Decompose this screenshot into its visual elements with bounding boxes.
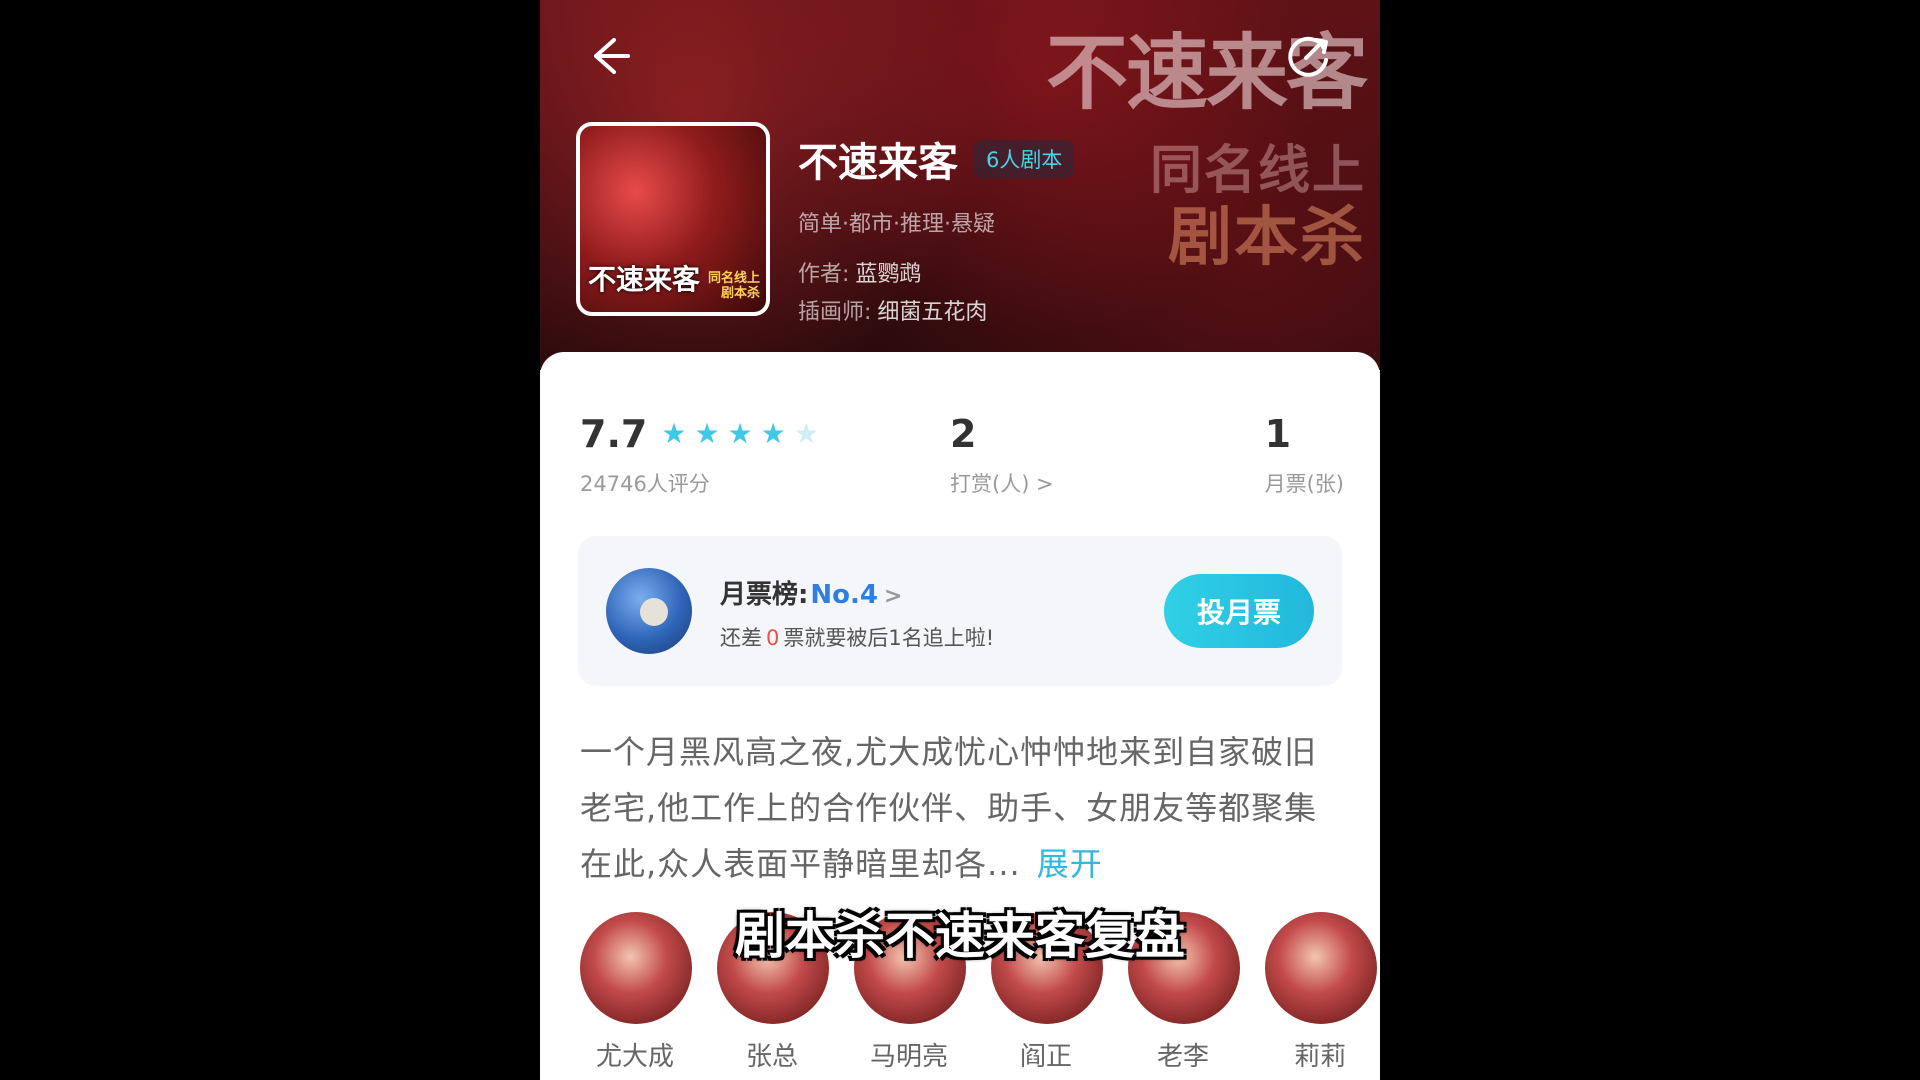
rank-position: No.4 [810,580,878,610]
monthly-ticket-rank-box: 月票榜:No.4 > 还差 0 票就要被后1名追上啦! 投月票 [578,536,1342,686]
author-label: 作者: [798,262,850,287]
rating-stat[interactable]: 7.7 ★ ★ ★ ★ ★ 24746人评分 [580,412,827,498]
character-name: 马明亮 [869,1042,948,1072]
parrot-avatar [606,568,692,654]
star-filled-icon: ★ [760,417,786,450]
rank-label: 月票榜: [720,580,809,610]
character-name: 莉莉 [1293,1042,1346,1072]
genre-tags: 简单·都市·推理·悬疑 [798,212,995,237]
stats-row: 7.7 ★ ★ ★ ★ ★ 24746人评分 2 打赏(人) > 1 月票(张) [580,412,1344,512]
script-info: 不速来客 6人剧本 简单·都市·推理·悬疑 作者: 蓝鹦鹉 插画师: 细菌五花肉 [798,130,1075,332]
rating-count: 24746人评分 [580,472,710,496]
synopsis-text: 一个月黑风高之夜,尤大成忧心忡忡地来到自家破旧老宅,他工作上的合作伙伴、助手、女… [580,733,1318,883]
star-empty-icon: ★ [793,417,819,450]
illustrator-line[interactable]: 插画师: 细菌五花肉 [798,294,1074,332]
cover-tag: 同名线上 剧本杀 [708,271,760,302]
poster-subtitle-2: 剧本杀 [1168,200,1366,275]
synopsis: 一个月黑风高之夜,尤大成忧心忡忡地来到自家破旧老宅,他工作上的合作伙伴、助手、女… [580,724,1340,892]
expand-link[interactable]: 展开 [1037,845,1103,883]
tips-stat[interactable]: 2 打赏(人) > [950,412,1054,498]
character-name: 张总 [745,1042,798,1072]
script-title: 不速来客 [798,140,958,186]
title-row: 不速来客 6人剧本 [798,130,1075,188]
cover-tag-line2: 剧本杀 [720,286,760,302]
rank-sub-suffix: 票就要被后1名追上啦! [783,626,995,650]
star-filled-icon: ★ [661,417,687,450]
rank-sub-prefix: 还差 [720,626,762,650]
rank-subtext: 还差 0 票就要被后1名追上啦! [720,622,994,652]
cover-title: 不速来客 [588,263,701,296]
star-filled-icon: ★ [694,417,720,450]
rating-stars: ★ ★ ★ ★ ★ [661,420,827,448]
rating-score: 7.7 [580,412,648,456]
score-row: 7.7 ★ ★ ★ ★ ★ [580,412,827,456]
votes-label: 月票(张) [1264,472,1344,496]
cover-image[interactable]: 不速来客 同名线上 剧本杀 [576,122,770,316]
rank-gap-count: 0 [766,626,780,650]
credits: 作者: 蓝鹦鹉 插画师: 细菌五花肉 [798,256,1074,332]
header-banner: 不速来客 同名线上 剧本杀 不速来客 同名线上 剧本杀 不速来客 6人剧本 简单… [540,0,1380,370]
illustrator-name: 细菌五花肉 [877,300,988,325]
author-name: 蓝鹦鹉 [855,262,922,287]
content-card: 7.7 ★ ★ ★ ★ ★ 24746人评分 2 打赏(人) > 1 月票(张) 月票榜… [540,352,1380,1080]
back-button[interactable] [580,26,640,86]
chevron-right-icon: > [884,584,903,609]
votes-stat: 1 月票(张) [1265,412,1344,498]
author-line[interactable]: 作者: 蓝鹦鹉 [798,256,1074,294]
votes-count: 1 [1264,412,1292,456]
character-name: 阎正 [1019,1042,1072,1072]
player-count-badge: 6人剧本 [974,140,1075,178]
tips-count: 2 [950,412,977,456]
rank-title[interactable]: 月票榜:No.4 > [720,574,902,611]
poster-subtitle: 同名线上 [1149,141,1366,201]
video-subtitle: 剧本杀不速来客复盘 [735,907,1185,965]
tips-label: 打赏(人) > [950,472,1054,496]
star-filled-icon: ★ [727,417,753,450]
refresh-icon [1288,36,1328,77]
illustrator-label: 插画师: [798,300,872,325]
back-arrow-icon [594,38,630,74]
character-name: 尤大成 [595,1042,674,1072]
character-name: 老李 [1156,1042,1209,1072]
vote-monthly-ticket-button[interactable]: 投月票 [1164,574,1314,648]
cover-tag-line1: 同名线上 [707,270,760,286]
refresh-button[interactable] [1280,26,1340,86]
avatar-detail [640,598,668,626]
